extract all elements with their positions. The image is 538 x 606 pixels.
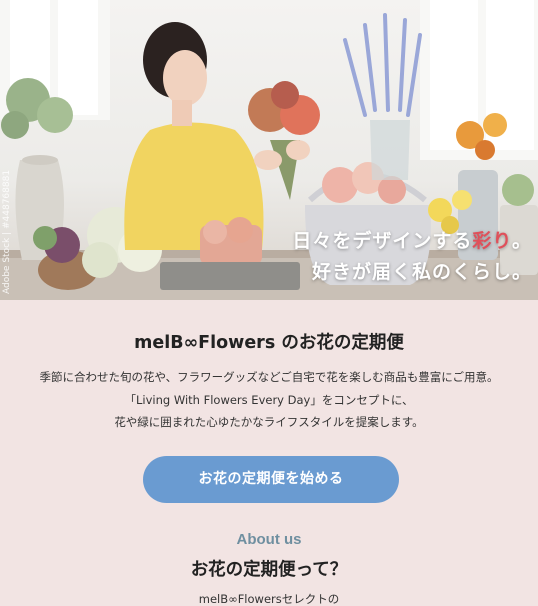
about-title: お花の定期便って？ xyxy=(190,560,348,580)
tagline-suffix: 。 xyxy=(511,230,532,252)
tagline-line-1: 日々をデザインする彩り。 xyxy=(292,226,532,257)
intro-description: 季節に合わせた旬の花や、フラワーグッズなどご自宅で花を楽しむ商品も豊富にご用意。… xyxy=(0,366,538,434)
desc-line-2: 「Living With Flowers Every Day」をコンセプトに、 xyxy=(124,392,414,407)
tagline-accent: 彩り xyxy=(472,230,512,252)
intro-title: melB∞Flowers のお花の定期便 xyxy=(134,333,404,353)
stock-watermark: Adobe Stock | #448768881 xyxy=(2,169,12,294)
about-text: melB∞Flowersセレクトの xyxy=(198,592,340,606)
tagline-line-2: 好きが届く私のくらし。 xyxy=(311,261,532,283)
tagline-text: 日々をデザインする xyxy=(292,230,473,252)
start-subscription-button[interactable]: お花の定期便を始める xyxy=(143,456,399,503)
desc-line-1: 季節に合わせた旬の花や、フラワーグッズなどご自宅で花を楽しむ商品も豊富にご用意。 xyxy=(39,370,499,384)
hero-image: Adobe Stock | #448768881 日々をデザインする彩り。 好き… xyxy=(0,0,538,300)
desc-line-3: 花や緑に囲まれた心ゆたかなライフスタイルを提案します。 xyxy=(114,415,424,429)
about-eyebrow: About us xyxy=(236,531,302,548)
intro-section: melB∞Flowers のお花の定期便 季節に合わせた旬の花や、フラワーグッズ… xyxy=(0,300,538,434)
hero-tagline: 日々をデザインする彩り。 好きが届く私のくらし。 xyxy=(292,226,532,288)
